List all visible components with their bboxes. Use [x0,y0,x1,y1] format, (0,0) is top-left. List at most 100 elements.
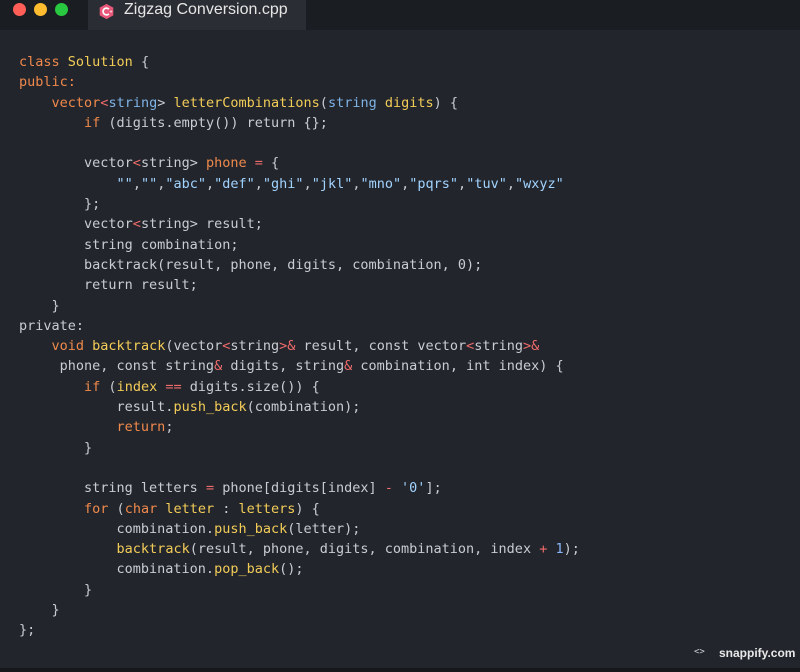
code-line: return; [19,417,580,437]
code-token: if [84,114,101,131]
code-token: }; [19,196,101,213]
code-token: = [205,480,215,497]
code-token: (); [279,561,304,578]
code-token: , [458,175,467,192]
code-token: - [384,480,393,497]
code-token: push_back [173,399,247,416]
code-line: return result; [19,275,580,295]
code-token: "" [140,175,158,192]
code-token: class [19,54,60,70]
code-token: , [206,175,215,192]
code-line: vector<string> phone = { [19,153,580,173]
code-token: , [132,175,141,192]
code-token: vector [51,94,101,111]
code-token: "tuv" [466,175,507,192]
code-line: } [19,296,580,316]
code-token: >& [523,338,540,355]
code-token: & [214,358,223,375]
code-token: "abc" [165,175,206,192]
bottom-edge [0,668,800,672]
code-token: char [124,500,158,517]
code-token: private: [19,317,85,334]
window-titlebar: + Zigzag Conversion.cpp [0,0,800,30]
code-token: string [327,94,377,111]
code-token: letterCombinations [173,94,320,111]
code-line: string letters = phone[digits[index] - '… [19,478,580,498]
code-line: backtrack(result, phone, digits, combina… [19,539,580,559]
code-token: backtrack(result, phone, digits, combina… [19,256,483,273]
code-line: class Solution { [19,52,580,72]
code-token: phone[digits[index] [214,480,385,497]
code-editor[interactable]: class Solution {public: vector<string> l… [19,52,580,641]
code-token: } [19,602,60,619]
code-token: '0' [401,480,426,497]
code-line: combination.pop_back(); [19,559,580,579]
code-token: index [116,378,158,395]
tab-filename: Zigzag Conversion.cpp [124,1,288,18]
code-token: digits.size()) { [181,378,320,395]
code-token: , [254,175,263,192]
code-token: "def" [214,175,255,192]
code-token: string> [140,155,206,172]
maximize-window-button[interactable] [55,3,68,16]
code-line: result.push_back(combination); [19,397,580,417]
code-token: result. [19,399,174,416]
code-token: }; [19,622,36,639]
code-token: "mno" [360,175,402,192]
code-line: string combination; [19,235,580,255]
svg-text:+: + [109,9,113,15]
code-token: string combination; [19,236,239,253]
code-token: phone, const string [19,358,215,375]
file-tab[interactable]: + Zigzag Conversion.cpp [88,0,306,30]
minimize-window-button[interactable] [34,3,47,16]
close-window-button[interactable] [13,3,26,16]
code-line: private: [19,316,580,336]
code-token: ; [165,419,174,436]
brand-label: snappify.com [719,646,796,660]
code-token: (digits.empty()) return {}; [100,114,328,131]
code-token: ( [108,500,125,517]
code-token: > [157,94,174,111]
code-token: } [19,297,60,314]
code-token: string [230,338,280,355]
code-token: "wxyz" [514,175,564,192]
code-token: if [84,378,101,395]
code-token: return [116,419,166,436]
code-line: } [19,580,580,600]
code-token: pop_back [214,561,280,578]
code-token: letters [238,500,296,517]
code-token: void [51,338,85,355]
code-token: letter [165,500,215,517]
code-line: void backtrack(vector<string>& result, c… [19,336,580,356]
code-token: string [108,94,158,111]
code-token: (result, phone, digits, combination, ind… [189,541,540,558]
code-token: ); [563,541,580,558]
code-token: string> result; [140,216,263,233]
code-token: combination, int index) { [352,358,564,375]
code-token: digits [384,94,434,111]
code-line: backtrack(result, phone, digits, combina… [19,255,580,275]
code-token: push_back [214,520,288,537]
code-line: if (digits.empty()) return {}; [19,113,580,133]
brand-watermark: <> snappify.com [688,644,800,666]
code-token: digits, string [222,358,345,375]
code-window: + Zigzag Conversion.cpp class Solution {… [0,0,800,672]
code-token: = [254,155,263,172]
code-token: ( [319,94,328,111]
code-token: < [132,155,141,172]
code-token: "pqrs" [409,175,459,192]
code-token: (vector [165,338,223,355]
code-token: Solution [67,54,133,70]
code-token: string letters [19,480,206,497]
code-token: (combination); [246,399,361,416]
code-line: vector<string> result; [19,214,580,234]
